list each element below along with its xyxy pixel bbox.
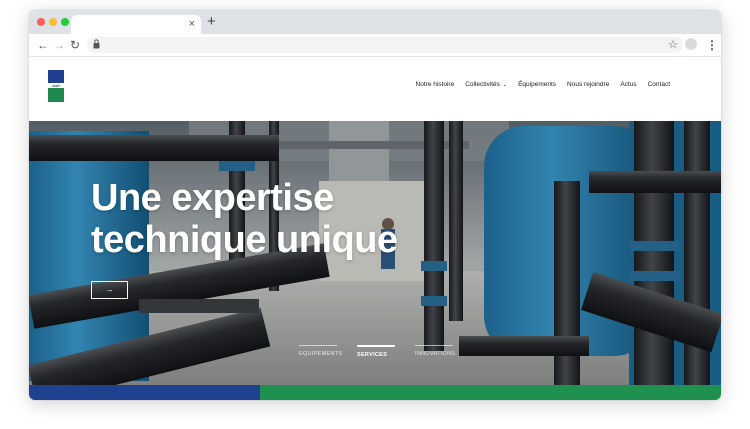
arrow-right-icon: → [105, 285, 114, 294]
nav-nous-rejoindre[interactable]: Nous rejoindre [567, 81, 609, 88]
close-window-button[interactable] [37, 18, 45, 26]
bookmark-star-icon[interactable]: ☆ [668, 37, 678, 53]
browser-titlebar: × + [29, 10, 721, 34]
hero-tab-services[interactable]: SERVICES [357, 345, 395, 358]
hero-tab-label: INNOVATIONS [415, 351, 456, 357]
browser-toolbar: ← → ↻ ☆ ⋮ [29, 34, 721, 57]
forward-button[interactable]: → [53, 36, 65, 54]
maximize-window-button[interactable] [61, 18, 69, 26]
minimize-window-button[interactable] [49, 18, 57, 26]
browser-tab[interactable]: × [71, 15, 201, 34]
nav-collectivites-label: Collectivités [465, 81, 500, 88]
brand-bar-blue [29, 385, 260, 400]
browser-window: × + ← → ↻ ☆ ⋮ VERT Notre histoire Collec… [29, 10, 721, 400]
reload-button[interactable]: ↻ [70, 36, 80, 54]
logo-text: VERT [51, 83, 60, 88]
hero-tab-equipements[interactable]: EQUIPEMENTS [299, 345, 343, 358]
address-bar[interactable]: ☆ [87, 37, 683, 53]
new-tab-button[interactable]: + [207, 13, 216, 31]
brand-bar-green [260, 385, 721, 400]
main-nav: Notre histoire Collectivités ⌄ Équipement… [416, 81, 670, 88]
browser-menu-icon[interactable]: ⋮ [706, 36, 718, 54]
hero-section: Une expertise technique unique → EQUIPEM… [29, 121, 721, 385]
back-button[interactable]: ← [37, 36, 49, 54]
brand-color-bar [29, 385, 721, 400]
tab-close-icon[interactable]: × [189, 16, 195, 33]
hero-title-line2: technique unique [91, 219, 398, 261]
chevron-down-icon: ⌄ [502, 82, 508, 88]
site-header: VERT Notre histoire Collectivités ⌄ Équip… [29, 57, 721, 121]
nav-equipements[interactable]: Équipements [518, 81, 556, 88]
nav-actus[interactable]: Actus [620, 81, 636, 88]
hero-tab-innovations[interactable]: INNOVATIONS [415, 345, 456, 358]
nav-contact[interactable]: Contact [648, 81, 670, 88]
hero-title: Une expertise technique unique [91, 177, 398, 261]
site-logo[interactable]: VERT [48, 70, 64, 102]
hero-tab-label: EQUIPEMENTS [299, 351, 343, 357]
nav-collectivites[interactable]: Collectivités ⌄ [465, 81, 507, 88]
hero-title-line1: Une expertise [91, 177, 334, 219]
nav-notre-histoire[interactable]: Notre histoire [416, 81, 455, 88]
profile-avatar[interactable] [685, 38, 697, 50]
lock-icon [93, 39, 100, 49]
hero-slider-tabs: EQUIPEMENTS SERVICES INNOVATIONS [299, 345, 456, 358]
hero-cta-button[interactable]: → [91, 281, 128, 299]
hero-tab-label: SERVICES [357, 351, 388, 358]
